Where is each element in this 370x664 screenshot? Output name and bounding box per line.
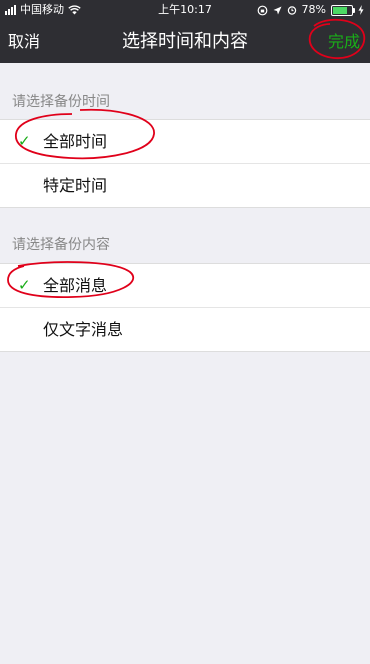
charging-icon (358, 5, 364, 15)
navigation-bar: 取消 选择时间和内容 完成 (0, 18, 370, 63)
red-circle-annotation (308, 18, 366, 59)
battery-percent: 78% (301, 3, 326, 16)
time-section-header: 请选择备份时间 (12, 94, 110, 110)
option-all-messages[interactable]: ✓ 全部消息 (0, 264, 370, 307)
option-label: 仅文字消息 (43, 320, 124, 339)
option-label: 全部消息 (43, 276, 108, 295)
option-label: 特定时间 (43, 176, 108, 195)
check-icon: ✓ (18, 132, 31, 150)
content-options-group: ✓ 全部消息 仅文字消息 (0, 263, 370, 352)
alarm-icon (287, 6, 296, 15)
option-label: 全部时间 (43, 132, 108, 151)
time-options-group: ✓ 全部时间 特定时间 (0, 119, 370, 208)
location-icon (273, 6, 282, 14)
orientation-lock-icon (257, 5, 267, 15)
battery-icon (331, 4, 355, 16)
option-text-messages-only[interactable]: 仅文字消息 (0, 307, 370, 351)
option-specific-time[interactable]: 特定时间 (0, 163, 370, 207)
status-bar: 中国移动 上午10:17 78% (0, 0, 370, 20)
content-section-header: 请选择备份内容 (12, 237, 110, 253)
option-all-time[interactable]: ✓ 全部时间 (0, 120, 370, 163)
check-icon: ✓ (18, 276, 31, 294)
top-bar: 中国移动 上午10:17 78% 取消 选择时间和内容 完成 (0, 0, 370, 63)
